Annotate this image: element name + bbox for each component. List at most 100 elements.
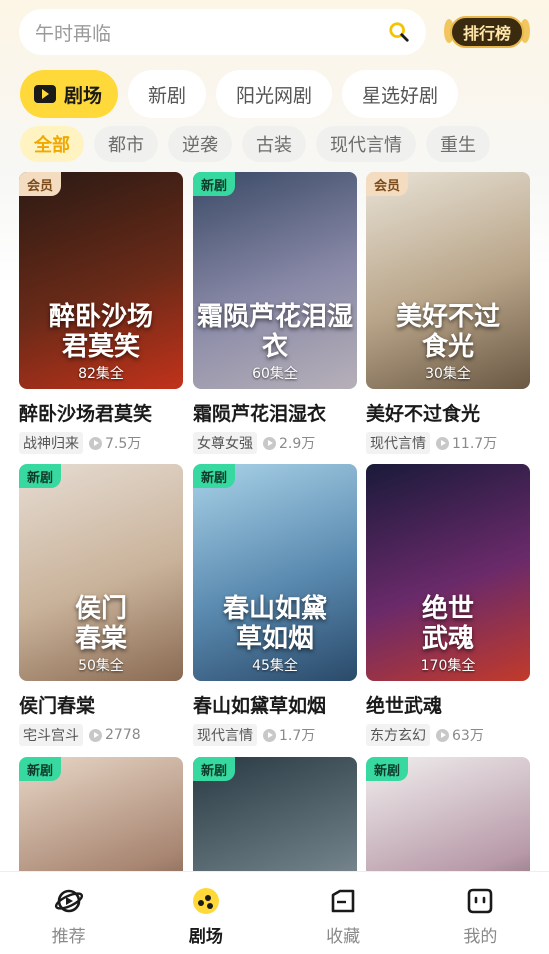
genre-chip-comeback[interactable]: 逆袭 xyxy=(168,126,232,162)
drama-title[interactable]: 春山如黛草如烟 xyxy=(193,691,357,718)
play-count-icon xyxy=(436,728,449,742)
search-icon[interactable] xyxy=(388,21,410,43)
view-count: 2.9万 xyxy=(263,433,315,453)
episode-count: 45集全 xyxy=(252,658,298,674)
view-count-text: 11.7万 xyxy=(452,436,498,452)
genre-chip-all[interactable]: 全部 xyxy=(20,126,84,162)
tab-label: 星选好剧 xyxy=(362,84,439,107)
drama-meta: 宅斗宫斗 2778 xyxy=(19,724,183,746)
episode-count: 60集全 xyxy=(252,366,298,382)
theater-icon xyxy=(192,888,219,914)
tab-theater[interactable]: 剧场 xyxy=(20,70,119,118)
nav-label: 推荐 xyxy=(51,927,86,947)
drama-cover[interactable]: 春山如黛 草如烟 新剧 45集全 xyxy=(193,464,357,681)
drama-card[interactable]: 绝世 武魂 170集全绝世武魂东方玄幻 63万 xyxy=(366,464,530,746)
cover-title-art: 醉卧沙场 君莫笑 xyxy=(48,302,153,363)
view-count: 7.5万 xyxy=(89,433,141,453)
nav-label: 我的 xyxy=(463,927,498,947)
drama-cover[interactable]: 醉卧沙场 君莫笑 会员 82集全 xyxy=(19,172,183,389)
genre-tag: 战神归来 xyxy=(19,432,83,454)
new-badge: 新剧 xyxy=(193,464,236,488)
drama-cover[interactable]: 侯门 春棠 新剧 50集全 xyxy=(19,464,183,681)
view-count-text: 1.7万 xyxy=(279,728,316,744)
drama-card[interactable]: 霜陨芦花泪湿衣 新剧 60集全 霜陨芦花泪湿衣 女尊女强 2.9万 xyxy=(193,172,357,454)
drama-title[interactable]: 醉卧沙场君莫笑 xyxy=(19,399,183,426)
ranking-button[interactable]: 排行榜 xyxy=(444,9,530,55)
genre-tag: 东方玄幻 xyxy=(366,724,430,746)
drama-card[interactable]: 美好不过 食光 会员 30集全美好不过食光现代言情 11.7万 xyxy=(366,172,530,454)
drama-cover[interactable]: 霜陨芦花泪湿衣 新剧 60集全 xyxy=(193,172,357,389)
cover-title-art: 绝世 武魂 xyxy=(421,594,474,655)
cover-title-art: 美好不过 食光 xyxy=(395,302,500,363)
play-count-icon xyxy=(263,436,276,450)
new-badge: 新剧 xyxy=(19,757,62,781)
folder-icon xyxy=(331,889,355,913)
tv-play-icon xyxy=(34,85,56,103)
genre-filter: 全部 都市 逆袭 古装 现代言情 重生 xyxy=(20,126,490,162)
play-count-icon xyxy=(89,436,102,450)
genre-tag: 宅斗宫斗 xyxy=(19,724,83,746)
category-tabs: 剧场 新剧 阳光网剧 星选好剧 xyxy=(20,70,459,118)
play-count-icon xyxy=(436,436,449,450)
cover-title-art: 春山如黛 草如烟 xyxy=(222,594,327,655)
tab-label: 剧场 xyxy=(64,84,103,107)
drama-meta: 现代言情 11.7万 xyxy=(366,432,530,454)
episode-count: 170集全 xyxy=(420,658,476,674)
view-count-text: 2778 xyxy=(105,727,141,743)
genre-chip-rebirth[interactable]: 重生 xyxy=(426,126,490,162)
drama-title[interactable]: 侯门春棠 xyxy=(19,691,183,718)
episode-count: 50集全 xyxy=(78,658,124,674)
genre-chip-romance[interactable]: 现代言情 xyxy=(316,126,416,162)
vip-badge: 会员 xyxy=(19,172,62,196)
drama-title[interactable]: 绝世武魂 xyxy=(366,691,530,718)
bottom-nav: 推荐 剧场 收藏 我的 xyxy=(0,871,549,954)
episode-count: 82集全 xyxy=(78,366,124,382)
new-badge: 新剧 xyxy=(366,757,409,781)
play-count-icon xyxy=(263,728,276,742)
drama-cover[interactable]: 美好不过 食光 会员 30集全 xyxy=(366,172,530,389)
tab-label: 阳光网剧 xyxy=(236,84,313,107)
tab-featured[interactable]: 星选好剧 xyxy=(342,70,459,118)
tab-new[interactable]: 新剧 xyxy=(128,70,207,118)
nav-profile[interactable]: 我的 xyxy=(412,872,549,954)
genre-chip-urban[interactable]: 都市 xyxy=(94,126,158,162)
view-count: 1.7万 xyxy=(263,725,315,745)
tab-sunshine[interactable]: 阳光网剧 xyxy=(216,70,333,118)
vip-badge: 会员 xyxy=(366,172,409,196)
genre-tag: 现代言情 xyxy=(366,432,430,454)
genre-tag: 女尊女强 xyxy=(193,432,257,454)
face-icon xyxy=(468,888,493,914)
cover-title-art: 霜陨芦花泪湿衣 xyxy=(196,302,353,363)
nav-label: 剧场 xyxy=(188,927,223,947)
drama-meta: 女尊女强 2.9万 xyxy=(193,432,357,454)
ranking-label: 排行榜 xyxy=(450,16,524,48)
view-count: 63万 xyxy=(436,725,484,745)
genre-tag: 现代言情 xyxy=(193,724,257,746)
drama-cover[interactable]: 绝世 武魂 170集全 xyxy=(366,464,530,681)
play-count-icon xyxy=(89,728,102,742)
drama-card[interactable]: 醉卧沙场 君莫笑 会员 82集全醉卧沙场君莫笑战神归来 7.5万 xyxy=(19,172,183,454)
nav-theater[interactable]: 剧场 xyxy=(137,872,274,954)
new-badge: 新剧 xyxy=(193,757,236,781)
drama-meta: 现代言情 1.7万 xyxy=(193,724,357,746)
planet-icon xyxy=(54,889,83,913)
search-placeholder: 午时再临 xyxy=(35,22,112,45)
cover-title-art: 侯门 春棠 xyxy=(74,594,127,655)
drama-title[interactable]: 美好不过食光 xyxy=(366,399,530,426)
view-count: 11.7万 xyxy=(436,433,497,453)
drama-card[interactable]: 春山如黛 草如烟 新剧 45集全春山如黛草如烟现代言情 1.7万 xyxy=(193,464,357,746)
new-badge: 新剧 xyxy=(19,464,62,488)
search-input[interactable]: 午时再临 xyxy=(19,9,426,55)
nav-recommend[interactable]: 推荐 xyxy=(0,872,137,954)
drama-card[interactable]: 侯门 春棠 新剧 50集全侯门春棠宅斗宫斗 2778 xyxy=(19,464,183,746)
episode-count: 30集全 xyxy=(425,366,471,382)
view-count-text: 2.9万 xyxy=(279,436,316,452)
drama-meta: 东方玄幻 63万 xyxy=(366,724,530,746)
nav-favorites[interactable]: 收藏 xyxy=(275,872,412,954)
nav-label: 收藏 xyxy=(326,927,361,947)
genre-chip-costume[interactable]: 古装 xyxy=(242,126,306,162)
new-badge: 新剧 xyxy=(193,172,236,196)
drama-title[interactable]: 霜陨芦花泪湿衣 xyxy=(193,399,357,426)
drama-meta: 战神归来 7.5万 xyxy=(19,432,183,454)
view-count-text: 63万 xyxy=(452,728,484,744)
